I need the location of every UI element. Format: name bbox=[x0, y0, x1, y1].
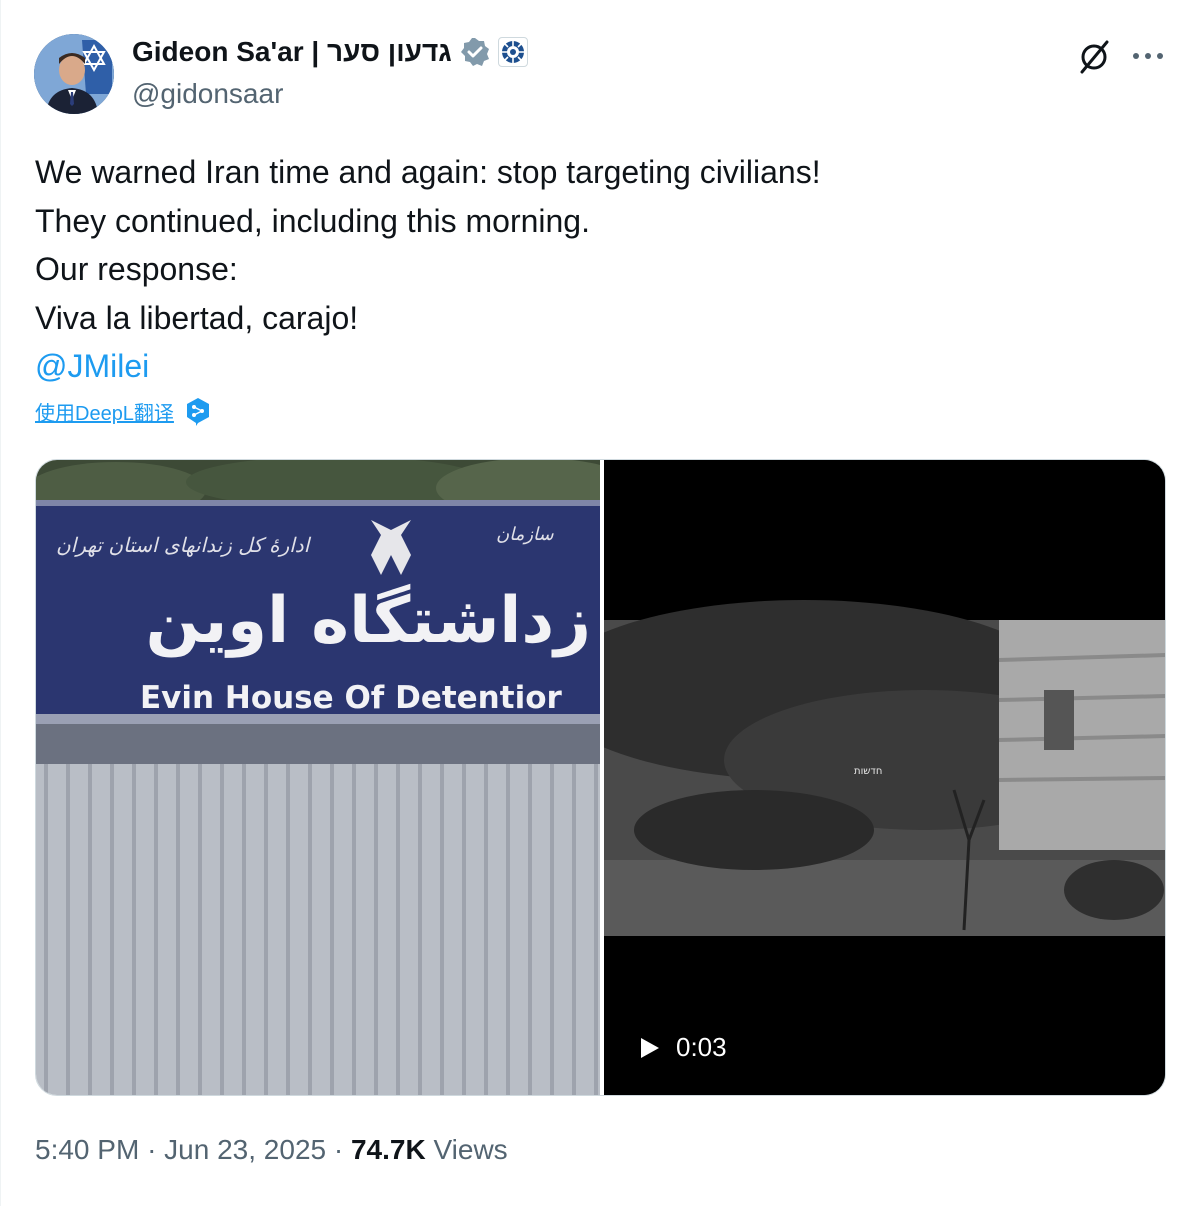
tweet-line: Our response: bbox=[35, 251, 238, 287]
tweet-meta: 5:40 PM · Jun 23, 2025 · 74.7K Views bbox=[35, 1134, 508, 1166]
avatar-image bbox=[34, 34, 114, 114]
video-duration: 0:03 bbox=[676, 1032, 727, 1062]
tweet-time[interactable]: 5:40 PM bbox=[35, 1134, 139, 1165]
verified-badge-icon[interactable] bbox=[460, 37, 490, 67]
svg-text:ادارهٔ کل زندانهای استان تهران: ادارهٔ کل زندانهای استان تهران bbox=[56, 533, 312, 557]
video-controls[interactable]: 0:03 bbox=[640, 1032, 727, 1063]
tweet-line: Viva la libertad, carajo! bbox=[35, 299, 359, 336]
video-watermark: חדשות bbox=[854, 766, 882, 777]
sign-farsi: زداشتگاه اوین bbox=[146, 583, 591, 658]
tweet-line: They continued, including this morning. bbox=[35, 202, 590, 239]
svg-text:سازمان: سازمان bbox=[496, 524, 555, 545]
organization-badge-icon[interactable] bbox=[497, 37, 528, 67]
translate-label[interactable]: 使用DeepL翻译 bbox=[35, 397, 174, 426]
author-name-row[interactable]: Gideon Sa'ar | גדעון סער bbox=[132, 36, 528, 68]
deepl-icon bbox=[186, 398, 209, 426]
sign-english: Evin House Of Detentior bbox=[140, 680, 562, 716]
media-grid: ادارهٔ کل زندانهای استان تهران سازمان زد… bbox=[35, 459, 1166, 1096]
video-frame: חדשות bbox=[604, 460, 1165, 1095]
translate-link[interactable]: 使用DeepL翻译 bbox=[35, 396, 212, 426]
meta-separator: · bbox=[147, 1134, 157, 1165]
tweet-text: We warned Iran time and again: stop targ… bbox=[35, 148, 821, 391]
views-label[interactable]: Views bbox=[433, 1134, 507, 1165]
views-count[interactable]: 74.7K bbox=[351, 1134, 426, 1165]
tweet-line: We warned Iran time and again: stop targ… bbox=[35, 154, 821, 190]
tweet-date[interactable]: Jun 23, 2025 bbox=[164, 1134, 326, 1165]
author-handle[interactable]: @gidonsaar bbox=[132, 78, 283, 110]
mention-link[interactable]: @JMilei bbox=[35, 342, 821, 391]
video-player[interactable]: חדשות 0:03 bbox=[604, 460, 1165, 1095]
play-icon[interactable] bbox=[640, 1037, 660, 1059]
more-icon[interactable] bbox=[1126, 36, 1170, 76]
avatar[interactable] bbox=[34, 34, 114, 114]
grok-icon[interactable] bbox=[1074, 36, 1114, 76]
meta-separator: · bbox=[333, 1134, 344, 1165]
photo-evin-prison[interactable]: ادارهٔ کل زندانهای استان تهران سازمان زد… bbox=[36, 460, 600, 1095]
author-name[interactable]: Gideon Sa'ar | גדעון סער bbox=[132, 36, 452, 68]
tweet-card: Gideon Sa'ar | גדעון סער @gidonsaar We w… bbox=[0, 0, 1196, 1206]
